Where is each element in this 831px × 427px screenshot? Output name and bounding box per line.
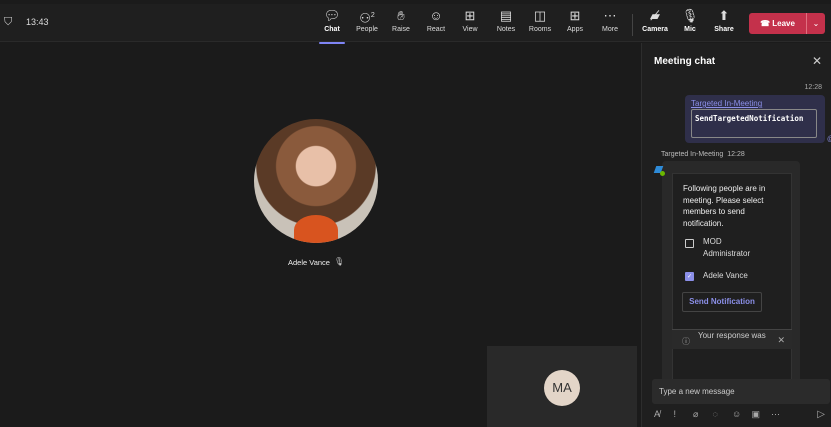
- notes-button[interactable]: ▤ Notes: [488, 8, 524, 33]
- more-icon: ⋯: [603, 8, 617, 23]
- apps-button[interactable]: ⊞ Apps: [557, 8, 593, 33]
- people-button[interactable]: ⚇2 People: [349, 8, 385, 33]
- smile-icon: ☺: [429, 8, 443, 23]
- share-icon: ⬆: [718, 8, 730, 23]
- send-notification-button[interactable]: Send Notification: [682, 292, 762, 312]
- camera-button[interactable]: ▰̸ Camera: [637, 8, 673, 33]
- chevron-down-icon[interactable]: ⌄: [806, 13, 825, 34]
- more-icon[interactable]: ⋯: [771, 409, 791, 420]
- panel-title: Meeting chat: [654, 56, 716, 67]
- emoji-icon[interactable]: ☺: [732, 409, 752, 420]
- response-banner: ⓘ Your response was ✕: [672, 329, 792, 349]
- sent-message: Targeted In-Meeting SendTargetedNotifica…: [685, 95, 825, 143]
- self-video-tile: MA: [487, 346, 637, 427]
- react-button[interactable]: ☺ React: [418, 8, 454, 33]
- leave-label: Leave: [772, 19, 795, 28]
- meeting-timer: 13:43: [26, 17, 49, 27]
- view-button[interactable]: ⊞ View: [452, 8, 488, 33]
- mic-off-icon: 🎙︎: [334, 257, 345, 266]
- checkbox-adele-vance[interactable]: ✓: [685, 272, 694, 281]
- chat-icon: 💬︎: [323, 8, 341, 23]
- attach-icon[interactable]: ⌀: [693, 409, 713, 420]
- apps-icon: ⊞: [569, 8, 581, 23]
- message-timestamp: 12:28: [804, 84, 822, 91]
- loop-icon[interactable]: ◌: [713, 409, 733, 420]
- mention-icon: @: [827, 136, 831, 143]
- info-icon: ⓘ: [682, 337, 690, 346]
- checkbox-label: MOD Administrator: [703, 237, 751, 258]
- avatar: MA: [544, 370, 580, 406]
- people-icon: ⚇2: [359, 10, 375, 26]
- toolbar-divider: [632, 14, 633, 36]
- more-button[interactable]: ⋯ More: [592, 8, 628, 33]
- adaptive-card: Following people are in meeting. Please …: [662, 161, 800, 393]
- send-icon[interactable]: ▷: [817, 409, 825, 420]
- rooms-button[interactable]: ◫ Rooms: [522, 8, 558, 33]
- card-text: Following people are in meeting. Please …: [683, 184, 766, 228]
- message-sender: Targeted In-Meeting 12:28: [661, 151, 745, 158]
- chat-button[interactable]: 💬︎ Chat: [314, 8, 350, 44]
- close-icon[interactable]: ✕: [777, 335, 785, 346]
- mic-button[interactable]: 🎙︎ Mic: [672, 8, 708, 33]
- command-code: SendTargetedNotification: [691, 109, 817, 138]
- camera-off-icon: ▰̸: [650, 8, 660, 23]
- notes-icon: ▤: [499, 8, 513, 23]
- mic-off-icon: 🎙︎: [681, 8, 699, 23]
- leave-button[interactable]: ☎ Leave ⌄: [749, 13, 825, 34]
- shield-icon: ⛉: [4, 16, 13, 28]
- bot-avatar-icon: [653, 166, 665, 176]
- compose-toolbar: A̸ ! ⌀ ◌ ☺ ▣ ⋯: [654, 409, 829, 420]
- message-input[interactable]: Type a new message: [652, 379, 830, 404]
- checkbox-label: Adele Vance: [703, 271, 748, 280]
- meeting-toolbar: ⛉ 13:43 💬︎ Chat ⚇2 People ✋︎ Raise ☺ React ⊞…: [0, 4, 831, 44]
- checkbox-mod-administrator[interactable]: [685, 239, 694, 248]
- participant-name: Adele Vance: [288, 258, 330, 267]
- priority-icon[interactable]: !: [674, 409, 694, 420]
- bot-mention-link[interactable]: Targeted In-Meeting: [691, 99, 762, 108]
- raise-hand-button[interactable]: ✋︎ Raise: [383, 8, 419, 33]
- share-button[interactable]: ⬆ Share: [706, 8, 742, 33]
- rooms-icon: ◫: [533, 8, 547, 23]
- close-icon[interactable]: ✕: [812, 54, 822, 68]
- gif-icon[interactable]: ▣: [752, 409, 772, 420]
- meeting-chat-panel: Meeting chat ✕ 12:28 Targeted In-Meeting…: [641, 43, 831, 427]
- view-icon: ⊞: [464, 8, 476, 23]
- hand-icon: ✋︎: [397, 8, 405, 23]
- format-icon[interactable]: A̸: [654, 409, 674, 420]
- participant-avatar: [254, 119, 378, 243]
- phone-hangup-icon: ☎: [760, 19, 773, 28]
